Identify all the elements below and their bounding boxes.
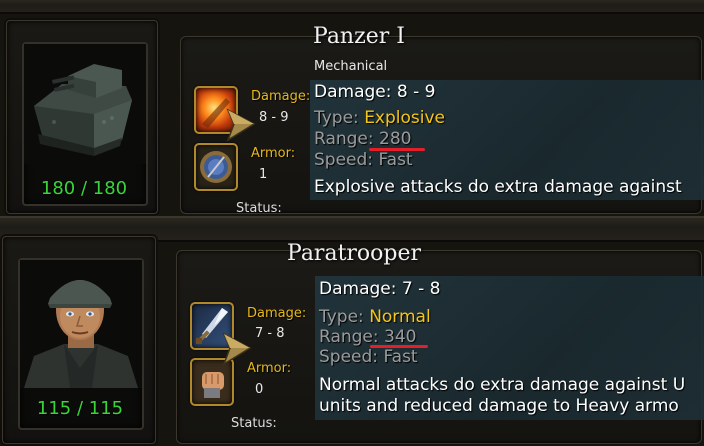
tooltip-type-prefix: Type: xyxy=(319,307,370,327)
tooltip-range: Range: 340 xyxy=(319,327,416,347)
tooltip-damage: Damage: 7 - 8 xyxy=(319,279,441,299)
portrait-frame: 115 / 115 xyxy=(18,258,144,430)
tooltip-speed-value: Fast xyxy=(378,150,413,170)
range-underline xyxy=(369,148,425,151)
unit-class: Mechanical xyxy=(314,59,388,74)
soldier-portrait[interactable] xyxy=(20,260,142,388)
shield-armor-icon[interactable] xyxy=(194,143,238,191)
tooltip-range-value: 280 xyxy=(379,129,412,149)
tooltip-description: Normal attacks do extra damage against U xyxy=(319,375,686,395)
unit-name: Paratrooper xyxy=(287,241,422,266)
tooltip-speed: Speed: Fast xyxy=(319,347,418,367)
tooltip-speed-value: Fast xyxy=(383,347,418,367)
attack-tooltip: Damage: 7 - 8 Type: Normal Range: 340 Sp… xyxy=(315,276,704,420)
tooltip-description: units and reduced damage to Heavy armo xyxy=(319,396,679,416)
attack-tooltip: Damage: 8 - 9 Type: Explosive Range: 280… xyxy=(310,80,704,200)
portrait-frame: 180 / 180 xyxy=(22,42,148,206)
tooltip-speed-prefix: Speed: xyxy=(319,347,384,367)
cursor-arrow-icon xyxy=(226,108,256,142)
damage-value: 8 - 9 xyxy=(259,110,289,125)
top-frame xyxy=(0,0,704,14)
damage-label: Damage: xyxy=(247,306,307,321)
status-label: Status: xyxy=(231,416,277,431)
damage-label: Damage: xyxy=(251,89,311,104)
tooltip-speed-prefix: Speed: xyxy=(314,150,379,170)
tooltip-type-prefix: Type: xyxy=(314,108,365,128)
tooltip-range-value: 340 xyxy=(384,327,417,347)
armor-label: Armor: xyxy=(247,361,292,376)
armor-value: 1 xyxy=(259,167,268,182)
range-underline xyxy=(370,345,428,348)
cursor-arrow-icon xyxy=(222,332,252,366)
tooltip-range-prefix: Range: xyxy=(314,129,380,149)
tooltip-speed: Speed: Fast xyxy=(314,150,413,170)
tooltip-type-value: Normal xyxy=(369,307,431,327)
health-value: 180 / 180 xyxy=(40,178,128,199)
tooltip-type: Type: Normal xyxy=(319,307,431,327)
damage-value: 7 - 8 xyxy=(255,326,285,341)
armor-label: Armor: xyxy=(251,146,296,161)
tooltip-range: Range: 280 xyxy=(314,129,411,149)
status-label: Status: xyxy=(236,201,282,216)
tooltip-type: Type: Explosive xyxy=(314,108,445,128)
health-value: 115 / 115 xyxy=(36,398,124,419)
tooltip-damage: Damage: 8 - 9 xyxy=(314,82,436,102)
tooltip-type-value: Explosive xyxy=(364,108,446,128)
unit-name: Panzer I xyxy=(313,24,405,49)
tooltip-range-prefix: Range: xyxy=(319,327,385,347)
armor-value: 0 xyxy=(255,382,264,397)
tank-portrait[interactable] xyxy=(24,44,146,164)
tooltip-description: Explosive attacks do extra damage agains… xyxy=(314,177,682,197)
